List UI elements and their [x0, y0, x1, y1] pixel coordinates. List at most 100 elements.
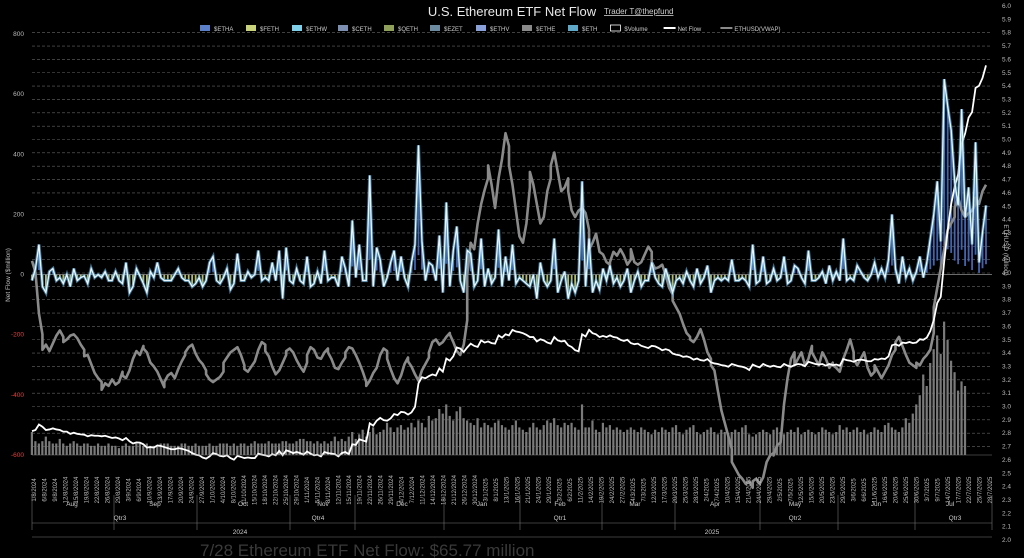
right-tick-label: 3.3 — [1002, 363, 1011, 370]
right-tick-label: 3.6 — [1002, 323, 1011, 330]
year-label: 2024 — [233, 529, 248, 536]
x-date-label: 26/12/2024 — [463, 474, 469, 505]
volume-bar — [427, 415, 430, 455]
volume-bar — [135, 443, 138, 455]
legend-swatch — [476, 25, 486, 31]
volume-bar — [553, 418, 556, 455]
left-tick-label: 800 — [13, 31, 24, 38]
volume-bar — [887, 422, 890, 455]
volume-bar — [943, 321, 946, 455]
volume-bar — [751, 436, 754, 455]
volume-bar — [584, 427, 587, 455]
x-axis: 1/8/2024 6/8/2024 9/8/2024 12/8/2024 15/8/20… — [31, 454, 994, 538]
etf-flow-bars — [31, 79, 987, 296]
x-date-label: 4/3/2025 — [631, 478, 637, 502]
volume-bar — [72, 441, 75, 455]
volume-bar — [229, 445, 232, 455]
volume-bar — [862, 429, 866, 455]
volume-bar — [96, 443, 100, 455]
right-tick-label: 3.9 — [1002, 283, 1011, 290]
volume-bar — [647, 432, 650, 455]
volume-bar — [755, 434, 758, 455]
volume-bar — [681, 434, 685, 455]
volume-bar — [563, 422, 566, 455]
volume-bar — [525, 432, 528, 455]
x-date-label: 17/7/2025 — [956, 476, 962, 503]
x-date-label: 4/10/2024 — [221, 476, 227, 503]
volume-bar — [758, 432, 761, 455]
left-tick-label: 400 — [13, 151, 24, 158]
right-tick-label: 5.3 — [1002, 96, 1011, 103]
volume-bar — [849, 432, 852, 455]
x-date-label: 29/10/2024 — [295, 474, 301, 505]
x-date-label: 27/2/2025 — [620, 476, 626, 503]
volume-bar — [549, 422, 552, 455]
volume-bar — [873, 427, 876, 455]
legend-label: ETHUSD(VWAP) — [734, 27, 780, 33]
right-tick-label: 5.0 — [1002, 137, 1011, 144]
x-date-label: 3/2/2025 — [557, 478, 563, 502]
volume-bar — [236, 445, 239, 455]
volume-bar — [636, 432, 639, 455]
legend-label: $ETHE — [536, 27, 555, 33]
volume-bar — [518, 427, 521, 455]
volume-bar — [194, 443, 197, 455]
legend-label: $ETHV — [490, 27, 509, 33]
volume-bar — [459, 406, 462, 455]
x-date-label: 26/8/2024 — [106, 476, 112, 503]
legend-label: $ETHA — [214, 27, 233, 33]
volume-bar — [93, 445, 96, 455]
volume-bar — [814, 434, 817, 455]
legend: $ETHA $FETH $ETHW $CETH $QETH $EZET $ETHV $ETHE… — [200, 24, 781, 33]
right-tick-label: 5.1 — [1002, 123, 1011, 130]
volume-bar — [441, 413, 444, 455]
right-tick-label: 4.5 — [1002, 203, 1011, 210]
volume-bar — [333, 436, 336, 455]
volume-bar — [34, 441, 37, 455]
volume-bar — [824, 429, 827, 455]
x-date-label: 17/3/2025 — [662, 476, 668, 503]
volume-bar — [963, 386, 967, 455]
volume-bar — [124, 443, 128, 455]
chart-credit[interactable]: Trader T@thepfund — [604, 7, 674, 16]
volume-bar — [660, 427, 664, 455]
volume-bar — [796, 427, 799, 455]
x-date-label: 20/5/2025 — [820, 476, 826, 503]
volume-bar — [793, 432, 796, 455]
volume-bar — [385, 422, 389, 455]
x-date-label: 16/1/2025 — [515, 476, 521, 503]
volume-bar — [855, 427, 859, 455]
volume-bar — [302, 438, 305, 455]
volume-bar — [232, 443, 235, 455]
volume-bar — [103, 445, 107, 455]
volume-bar — [594, 429, 598, 455]
volume-bar — [378, 432, 382, 455]
quarter-label: Qtr2 — [789, 515, 802, 522]
volume-bar — [532, 422, 535, 455]
volume-bar — [406, 427, 410, 455]
volume-bar — [734, 429, 737, 455]
volume-bar — [466, 420, 469, 455]
volume-bar — [761, 429, 765, 455]
right-tick-label: 4.4 — [1002, 217, 1011, 224]
right-tick-label: 2.5 — [1002, 470, 1011, 477]
x-date-label: 6/9/2024 — [137, 478, 143, 502]
right-tick-label: 2.8 — [1002, 430, 1011, 437]
legend-label: $EZET — [444, 27, 463, 33]
x-date-label: 7/12/2024 — [410, 476, 416, 503]
month-label: Apr — [710, 501, 721, 508]
volume-bar — [615, 427, 618, 455]
volume-bar — [41, 441, 44, 455]
legend-swatch — [246, 25, 256, 31]
volume-bar — [479, 427, 483, 455]
legend-swatch — [430, 25, 440, 31]
volume-bar — [504, 427, 507, 455]
volume-bar — [410, 422, 413, 455]
volume-bar — [48, 441, 51, 455]
volume-bar — [476, 418, 479, 455]
volume-bar — [608, 425, 611, 455]
volume-bar — [455, 411, 458, 455]
month-label: May — [789, 501, 802, 508]
x-date-label: 7/4/2025 — [715, 478, 721, 502]
x-date-label: 18/12/2024 — [442, 474, 448, 505]
